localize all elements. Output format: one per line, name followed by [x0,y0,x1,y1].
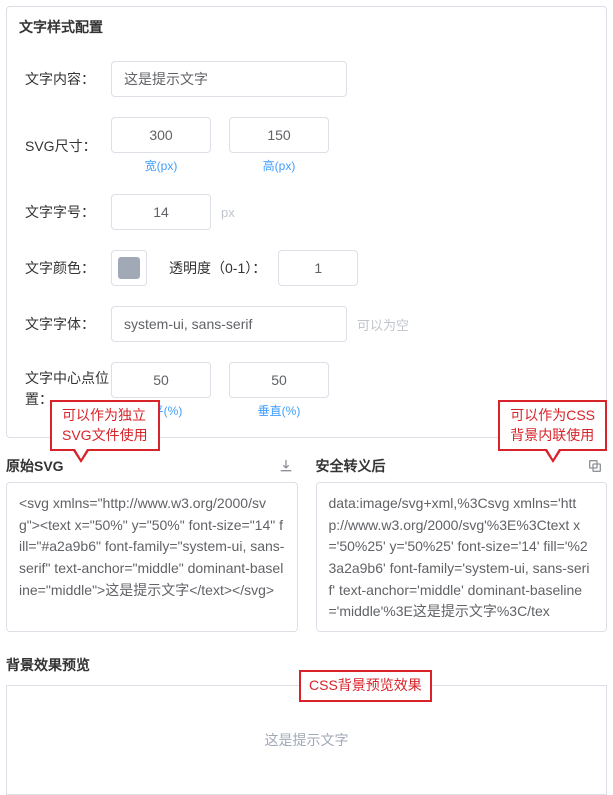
font-size-input[interactable] [111,194,211,230]
raw-svg-column: 可以作为独立 SVG文件使用 原始SVG [6,450,298,635]
raw-svg-output[interactable] [6,482,298,632]
copy-icon[interactable] [583,454,607,478]
row-text-content: 文字内容： [25,61,588,97]
preview-text: 这是提示文字 [265,730,349,750]
sublabel-center-v: 垂直(%) [258,402,301,419]
row-font-family: 文字字体： 可以为空 [25,306,588,342]
escaped-output[interactable] [316,482,608,632]
opacity-input[interactable] [278,250,358,286]
center-h-input[interactable] [111,362,211,398]
sublabel-width: 宽(px) [145,157,178,174]
svg-width-input[interactable] [111,117,211,153]
font-size-unit: px [221,205,235,220]
raw-svg-title: 原始SVG [6,456,64,476]
preview-section: 背景效果预览 CSS背景预览效果 这是提示文字 [6,655,607,795]
label-text-content: 文字内容： [25,69,111,89]
label-font-family: 文字字体： [25,314,111,334]
font-family-input[interactable] [111,306,347,342]
text-content-input[interactable] [111,61,347,97]
escaped-column: 可以作为CSS 背景内联使用 安全转义后 [316,450,608,635]
callout-escaped: 可以作为CSS 背景内联使用 [498,400,607,451]
label-font-size: 文字字号： [25,202,111,222]
row-color: 文字颜色： 透明度（0-1）： [25,250,588,286]
output-section: 可以作为独立 SVG文件使用 原始SVG 可以作为CSS 背景内联使用 安全转义… [6,450,607,635]
callout-preview: CSS背景预览效果 [299,670,432,702]
callout-raw-svg: 可以作为独立 SVG文件使用 [50,400,160,451]
escaped-title: 安全转义后 [316,456,386,476]
panel-title: 文字样式配置 [19,7,588,41]
color-swatch[interactable] [111,250,147,286]
label-color: 文字颜色： [25,258,111,278]
label-svg-size: SVG尺寸： [25,136,111,156]
color-swatch-inner [118,257,140,279]
preview-box: CSS背景预览效果 这是提示文字 [6,685,607,795]
center-v-input[interactable] [229,362,329,398]
config-panel: 文字样式配置 文字内容： SVG尺寸： 宽(px) 高(px) 文字字号： px… [6,6,607,438]
label-opacity: 透明度（0-1）： [169,258,266,278]
svg-height-input[interactable] [229,117,329,153]
row-svg-size: SVG尺寸： 宽(px) 高(px) [25,117,588,174]
download-icon[interactable] [274,454,298,478]
font-family-hint: 可以为空 [357,315,409,334]
row-font-size: 文字字号： px [25,194,588,230]
sublabel-height: 高(px) [263,157,296,174]
